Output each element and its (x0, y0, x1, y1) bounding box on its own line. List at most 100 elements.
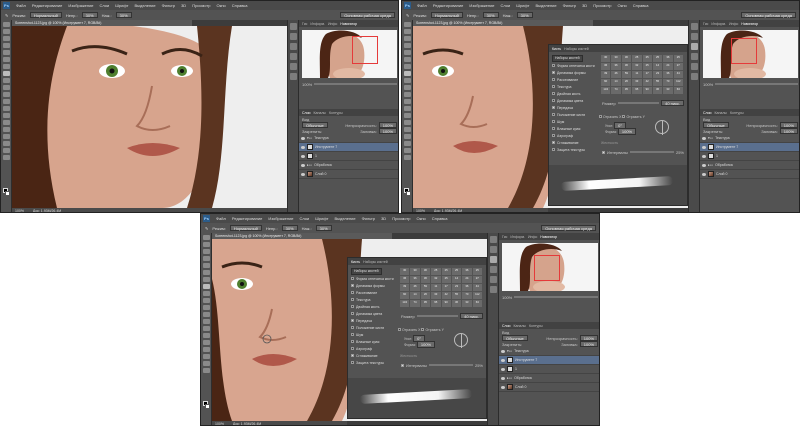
brush-tip[interactable]: 25 (652, 55, 663, 62)
brush-tip[interactable]: 25 (632, 55, 642, 62)
crop-tool-icon[interactable] (2, 50, 10, 55)
gradient-tool-icon[interactable] (2, 99, 10, 104)
brush-tip[interactable]: 95 (420, 300, 431, 307)
tab-histogram[interactable]: Гис (703, 22, 708, 26)
history-brush-icon[interactable] (403, 85, 411, 90)
tab-info2[interactable]: Инфо (328, 22, 337, 26)
brush-option[interactable]: Передача (351, 317, 395, 324)
menu-window[interactable]: Окно (617, 3, 626, 8)
brush-tip[interactable]: 33 (663, 87, 673, 94)
tab-layers[interactable]: Слои (703, 111, 712, 115)
brush-tip[interactable]: 33 (632, 79, 642, 86)
brush-tip[interactable]: 60 (601, 79, 611, 86)
brush-tip[interactable]: 55 (451, 292, 462, 299)
kind-filter[interactable]: Вид (703, 117, 710, 122)
flip-y-checkbox[interactable] (421, 328, 425, 331)
tab-brush[interactable]: Кисть (552, 47, 561, 51)
brush-tip[interactable]: 36 (621, 63, 632, 70)
hand-tool-icon[interactable] (2, 148, 10, 153)
menu-type[interactable]: Шрифт (115, 3, 128, 8)
menu-filter[interactable]: Фильтр (162, 3, 175, 8)
nav-zoom-value[interactable]: 100% (302, 82, 312, 87)
fill-field[interactable]: 100% (779, 128, 798, 134)
brush-tip[interactable]: 33 (431, 292, 441, 299)
brush-tip[interactable]: 112 (472, 292, 482, 299)
brush-tip[interactable]: 27 (673, 63, 683, 70)
layer-row-selected[interactable]: Инструмент 7 (299, 143, 398, 152)
brush-option[interactable]: Форма отпечатка кисти (351, 275, 395, 282)
dodge-tool-icon[interactable] (2, 113, 10, 118)
flip-x-checkbox[interactable] (398, 328, 401, 331)
brush-tip[interactable]: 95 (431, 300, 441, 307)
checkbox[interactable] (351, 347, 354, 350)
menu-type[interactable]: Шрифт (315, 216, 328, 221)
brush-tip[interactable]: 36 (601, 63, 611, 70)
brush-option[interactable]: Шум (351, 331, 395, 338)
eye-icon[interactable] (702, 154, 706, 158)
nav-zoom-slider[interactable] (314, 83, 397, 85)
brush-tip[interactable]: 36 (410, 276, 420, 283)
brush-option[interactable]: Шум (552, 118, 596, 125)
zoom-tool-icon[interactable] (2, 155, 10, 160)
zoom-tool-icon[interactable] (202, 368, 210, 373)
brush-tip[interactable]: 36 (451, 300, 462, 307)
history-icon[interactable] (690, 23, 698, 30)
brush-tip[interactable]: 36 (663, 55, 673, 62)
brush-panel-icon[interactable] (289, 43, 297, 50)
size-slider[interactable] (416, 315, 459, 317)
layer-row-group-processing[interactable]: ▸▭ Обработка (299, 161, 398, 170)
brush-tip[interactable]: 26 (420, 292, 431, 299)
mode-select[interactable]: Нормальный (229, 225, 262, 231)
brush-tip[interactable]: 90 (642, 87, 652, 94)
menu-image[interactable]: Изображение (469, 3, 494, 8)
brush-option[interactable]: Сглаживание (351, 352, 395, 359)
brush-tip[interactable]: 26 (621, 79, 632, 86)
shape-tool-icon[interactable] (403, 141, 411, 146)
blur-tool-icon[interactable] (403, 106, 411, 111)
menu-file[interactable]: Файл (216, 216, 226, 221)
lasso-tool-icon[interactable] (202, 249, 210, 254)
path-select-icon[interactable] (2, 134, 10, 139)
eyedropper-tool-icon[interactable] (2, 57, 10, 62)
nav-zoom-value[interactable]: 100% (502, 295, 512, 300)
eye-icon[interactable] (702, 163, 706, 167)
brush-panel-icon[interactable] (489, 256, 497, 263)
eye-icon[interactable] (501, 367, 505, 371)
character-icon[interactable] (690, 63, 698, 70)
kind-filter[interactable]: Вид (502, 330, 509, 335)
flow-field[interactable]: 30% (315, 225, 332, 231)
tab-info[interactable]: Информ. (510, 235, 525, 239)
history-icon[interactable] (289, 23, 297, 30)
menu-edit[interactable]: Редактирование (232, 216, 262, 221)
zoom-level[interactable]: 100% (215, 422, 224, 425)
brush-option[interactable]: Двойная кисть (552, 90, 596, 97)
brush-tip[interactable]: 36 (420, 276, 431, 283)
menu-3d[interactable]: 3D (381, 216, 386, 221)
healing-tool-icon[interactable] (2, 64, 10, 69)
blend-mode-select[interactable]: Обычные (502, 335, 528, 341)
brush-tip[interactable]: 25 (472, 268, 482, 275)
actions-icon[interactable] (489, 246, 497, 253)
stamp-tool-icon[interactable] (2, 78, 10, 83)
menu-layers[interactable]: Слои (100, 3, 110, 8)
brush-tip[interactable]: 17 (642, 71, 652, 78)
nav-zoom-value[interactable]: 100% (703, 82, 713, 87)
spacing-slider[interactable] (629, 151, 674, 153)
dodge-tool-icon[interactable] (202, 326, 210, 331)
brush-option[interactable]: Текстура (552, 83, 596, 90)
zoom-tool-icon[interactable] (403, 155, 411, 160)
tab-histogram[interactable]: Гис (502, 235, 507, 239)
actions-icon[interactable] (690, 33, 698, 40)
angle-dial[interactable] (454, 333, 468, 348)
checkbox[interactable] (552, 92, 555, 95)
brush-tip[interactable]: 30 (601, 55, 611, 62)
tab-channels[interactable]: Каналы (715, 111, 727, 115)
mode-select[interactable]: Нормальный (29, 12, 62, 18)
brush-tip[interactable]: 30 (400, 268, 410, 275)
paragraph-icon[interactable] (289, 73, 297, 80)
zoom-level[interactable]: 100% (15, 209, 24, 212)
brush-tool-icon[interactable]: ✎ (5, 13, 8, 18)
checkbox[interactable] (552, 85, 555, 88)
eraser-tool-icon[interactable] (2, 92, 10, 97)
brush-tip[interactable]: 44 (472, 284, 482, 291)
